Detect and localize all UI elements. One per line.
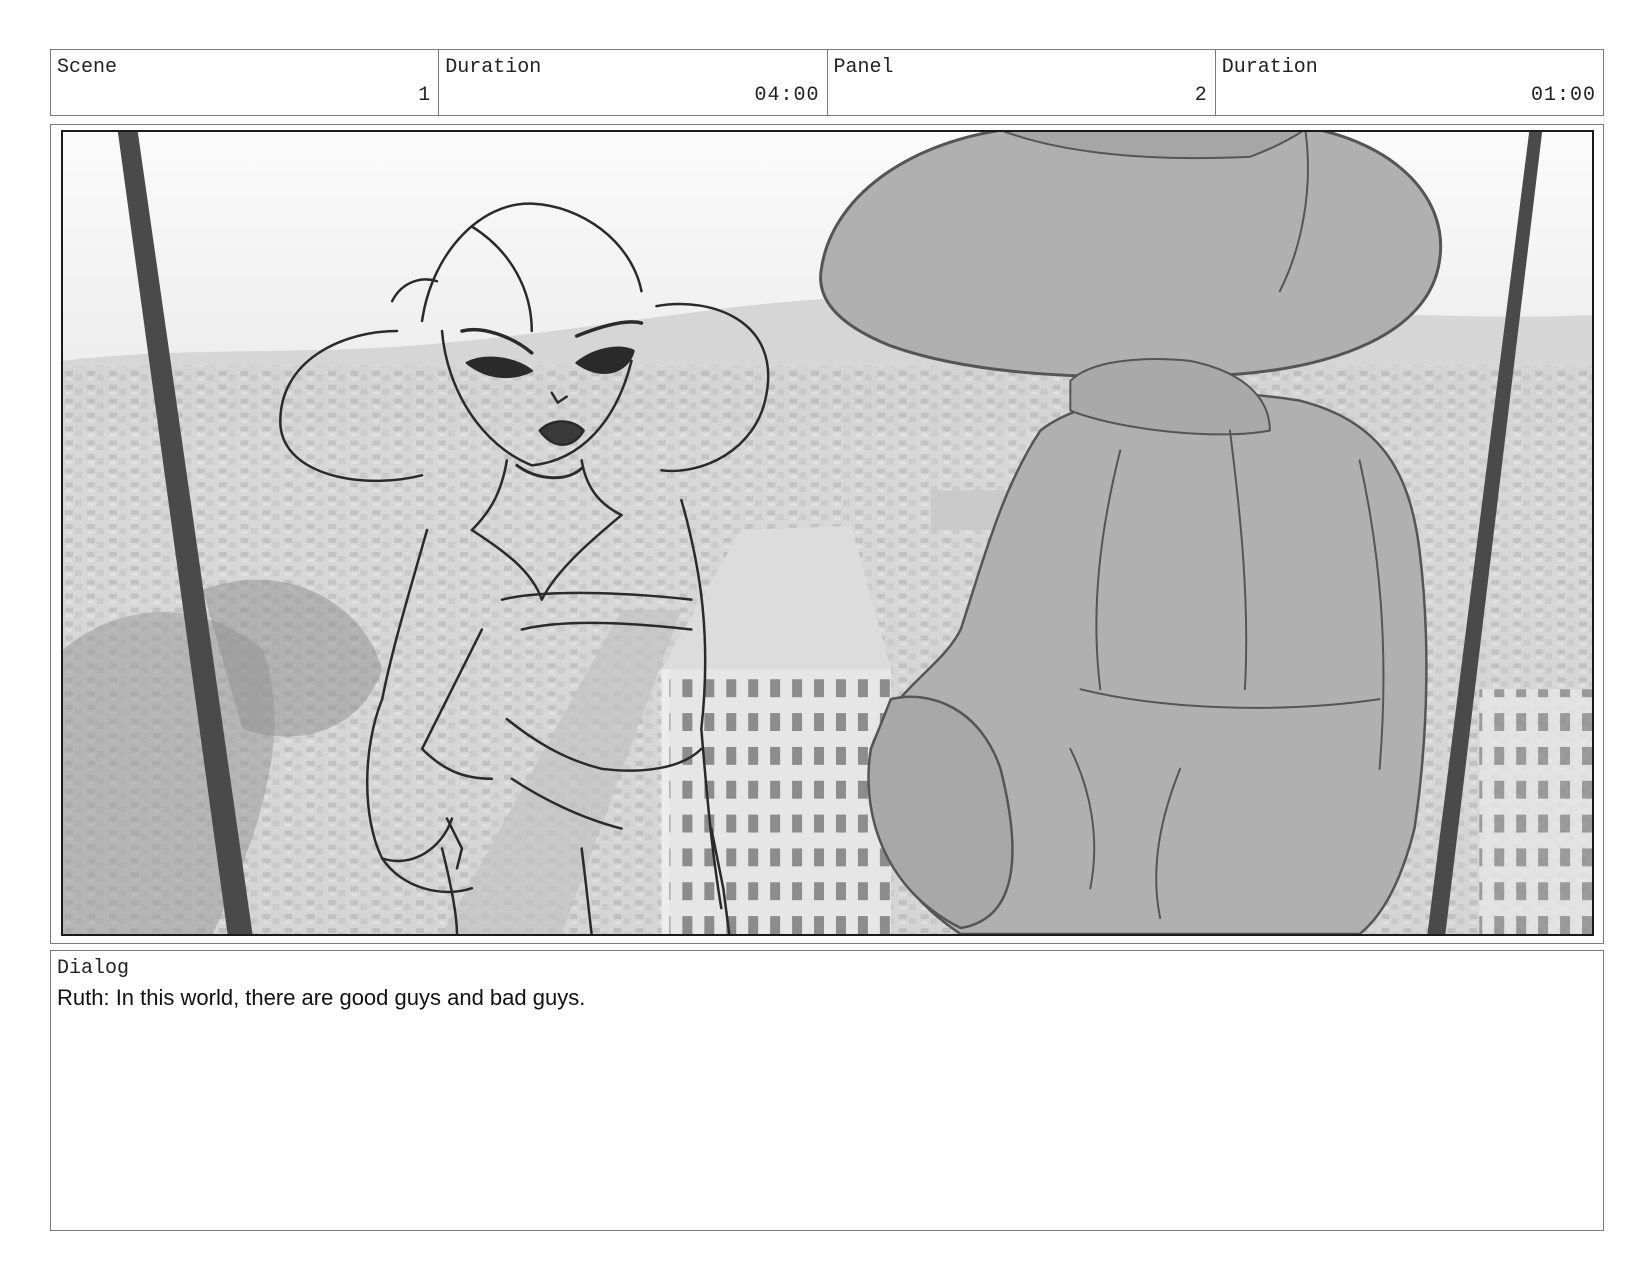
- dialog-label: Dialog: [57, 957, 130, 980]
- panel-label: Panel: [833, 56, 894, 79]
- storyboard-panel-image: [61, 130, 1594, 936]
- panel-duration-label: Duration: [1221, 56, 1318, 79]
- dialog-box: Dialog Ruth: In this world, there are go…: [50, 950, 1604, 1231]
- panel-cell: Panel 2: [828, 50, 1216, 115]
- panel-value: 2: [1194, 84, 1208, 107]
- scene-duration-label: Duration: [445, 56, 542, 79]
- scene-duration-value: 04:00: [754, 84, 820, 107]
- scene-label: Scene: [57, 56, 118, 79]
- storyboard-sketch: [63, 132, 1592, 934]
- scene-cell: Scene 1: [51, 50, 440, 115]
- scene-duration-cell: Duration 04:00: [439, 50, 828, 115]
- dialog-text: Ruth: In this world, there are good guys…: [57, 985, 586, 1010]
- panel-duration-value: 01:00: [1530, 84, 1596, 107]
- scene-value: 1: [418, 84, 432, 107]
- panel-duration-cell: Duration 01:00: [1216, 50, 1603, 115]
- panel-info-header: Scene 1 Duration 04:00 Panel 2 Duration …: [50, 49, 1604, 116]
